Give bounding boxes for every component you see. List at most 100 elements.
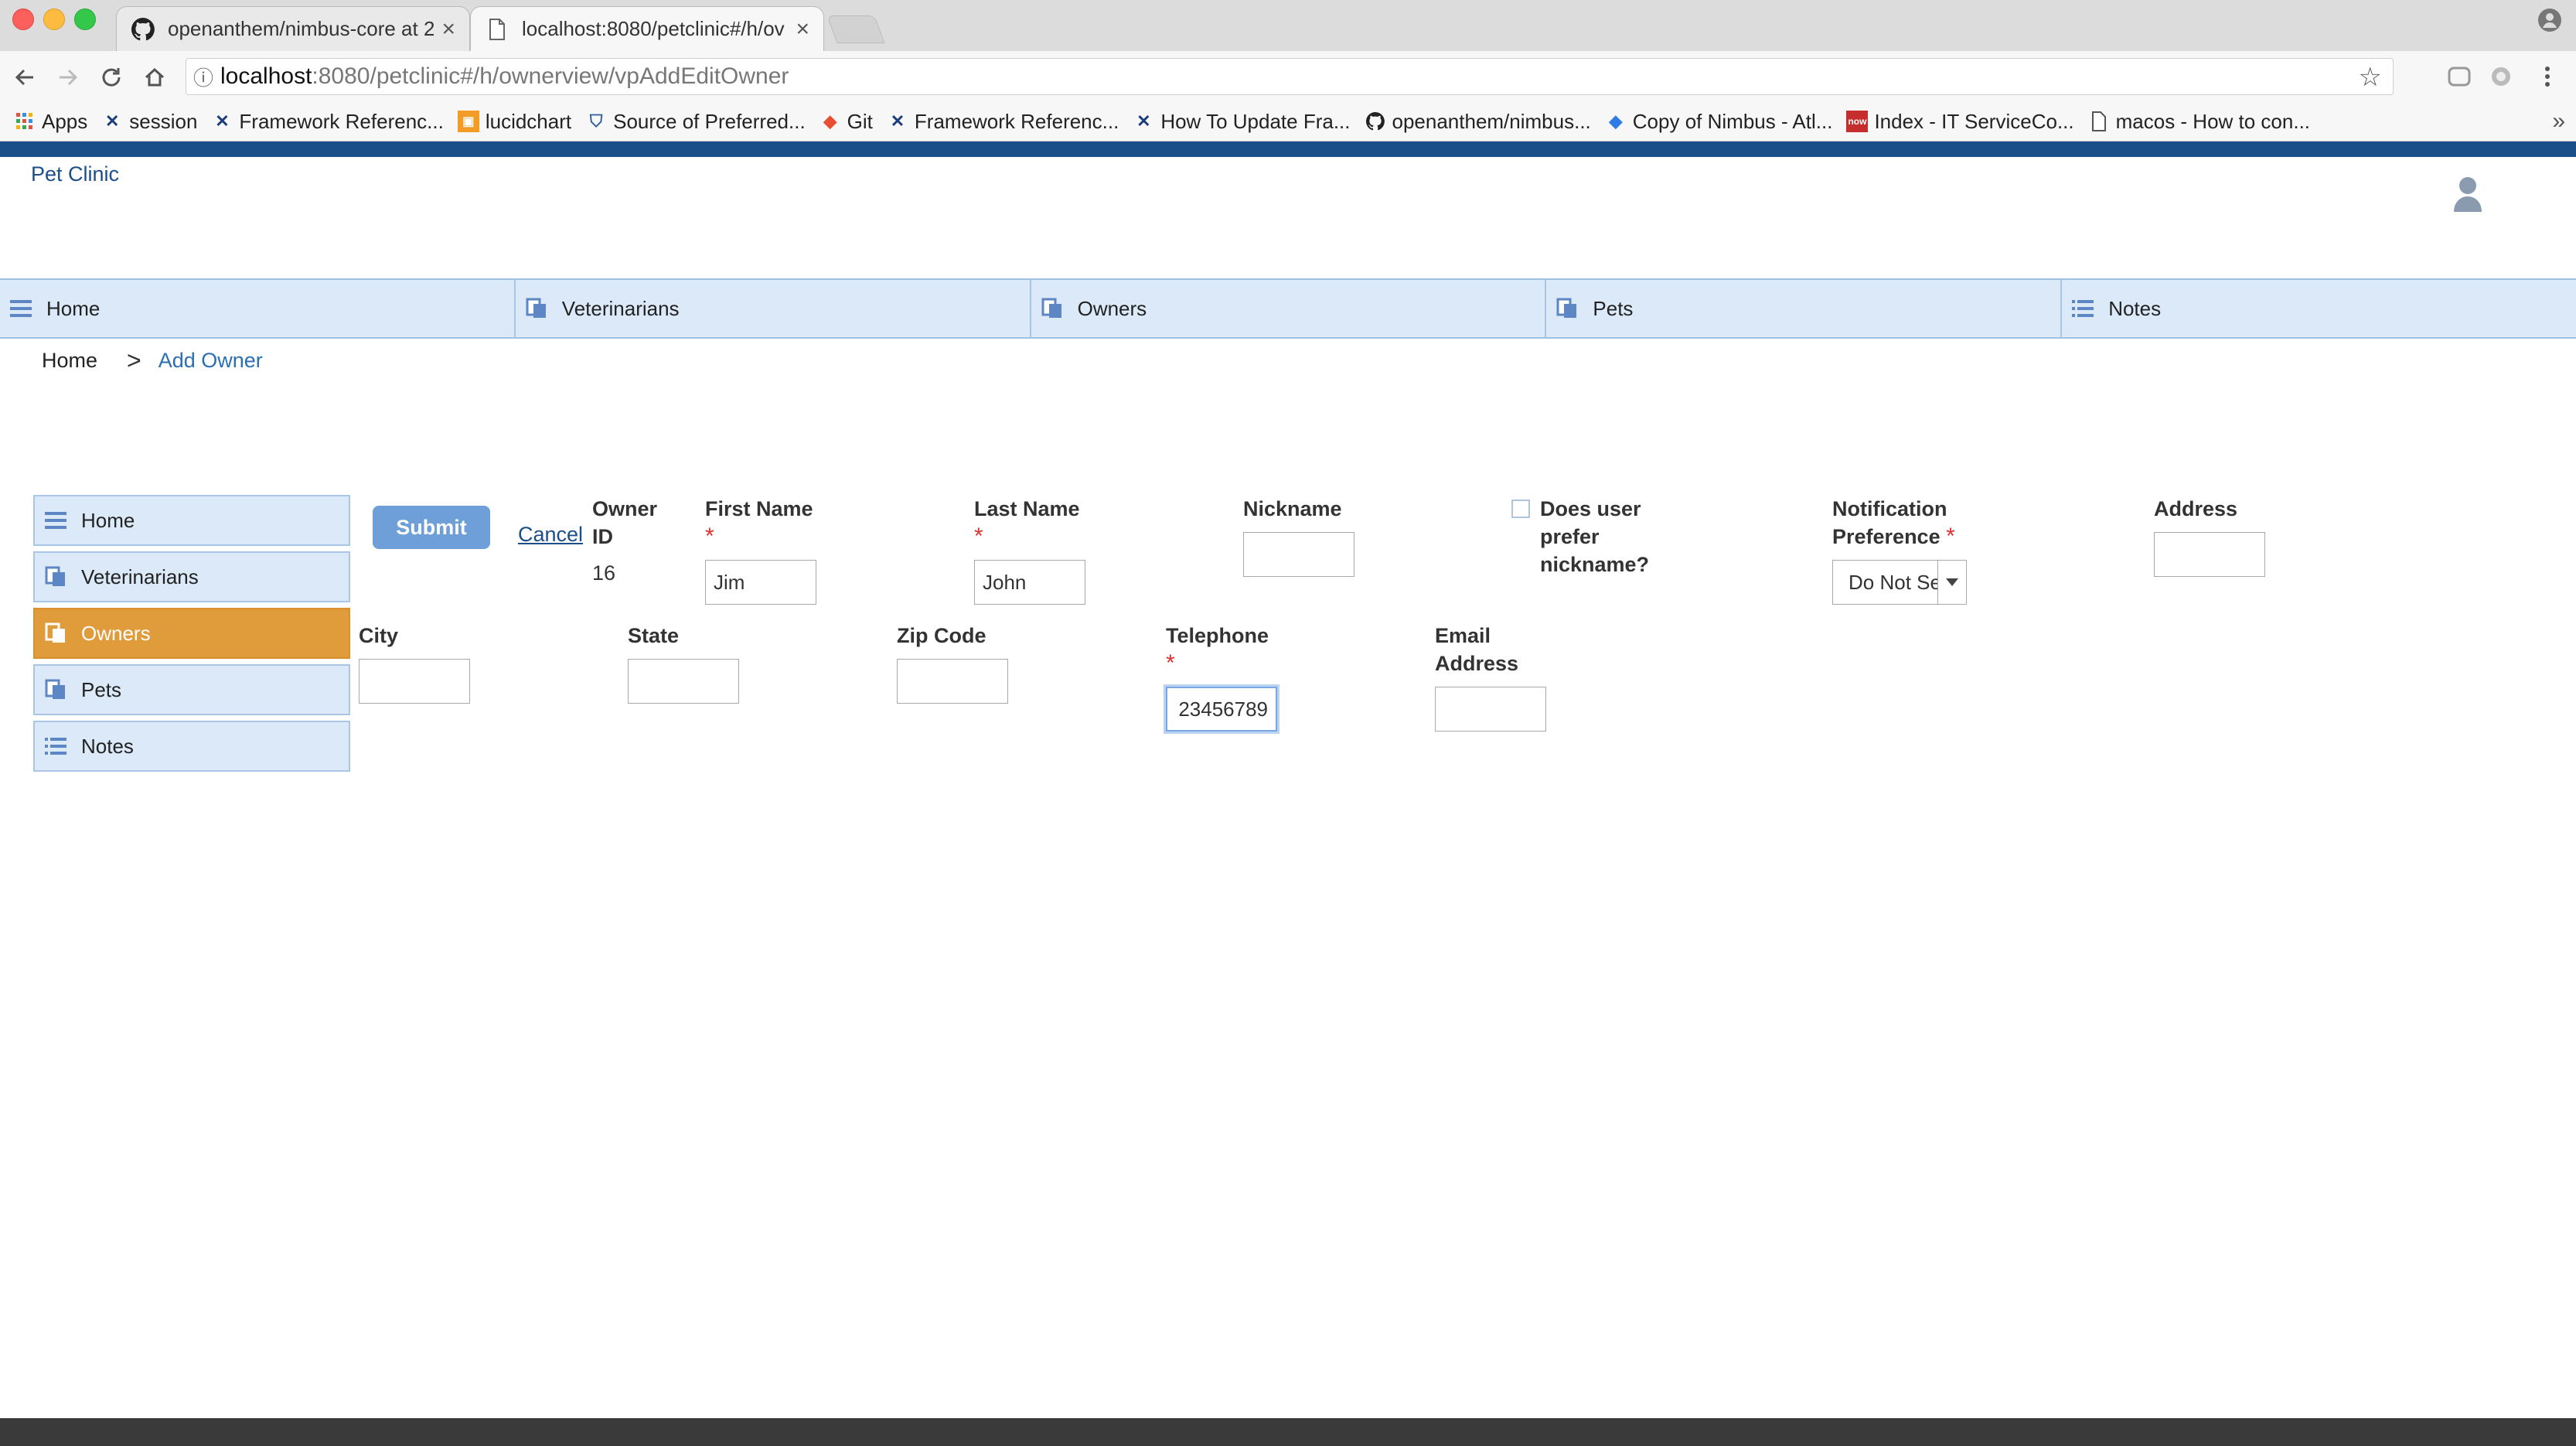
tab-title: localhost:8080/petclinic#/h/ov (522, 17, 785, 40)
side-menu-label: Home (81, 508, 135, 532)
list-icon (2071, 297, 2094, 320)
last-name-field[interactable]: John (974, 560, 1085, 605)
bookmark-lucidchart[interactable]: ▣ lucidchart (457, 109, 572, 134)
user-icon[interactable] (2452, 176, 2483, 212)
document-icon (485, 17, 509, 42)
notification-preference-select[interactable]: Do Not Se (1832, 560, 1967, 605)
topnav-label: Home (46, 296, 101, 320)
topnav-item-veterinarians[interactable]: Veterinarians (516, 280, 1031, 337)
new-tab-button[interactable] (826, 15, 885, 43)
side-menu-item-pets[interactable]: Pets (33, 664, 350, 715)
bookmark-label: session (129, 109, 198, 133)
bookmark-label: macos - How to con... (2115, 109, 2311, 133)
breadcrumb-home[interactable]: Home (42, 349, 97, 373)
city-field[interactable] (359, 659, 470, 704)
bookmark-label: Index - IT ServiceCo... (1874, 109, 2074, 133)
side-menu-item-home[interactable]: Home (33, 495, 350, 546)
bookmark-index-it-service[interactable]: now Index - IT ServiceCo... (1846, 109, 2074, 134)
home-icon[interactable] (139, 62, 170, 93)
back-arrow-icon[interactable] (9, 62, 40, 93)
side-menu-item-veterinarians[interactable]: Veterinarians (33, 551, 350, 602)
extension-icon[interactable] (2446, 63, 2472, 90)
bookmark-framework-reference-2[interactable]: ✕ Framework Referenc... (887, 110, 1119, 134)
reload-icon[interactable] (96, 62, 127, 93)
submit-button[interactable]: Submit (373, 506, 490, 549)
bookmark-label: Framework Referenc... (239, 109, 444, 133)
side-menu-label: Veterinarians (81, 564, 199, 588)
bookmark-label: Source of Preferred... (613, 109, 806, 133)
notification-preference-value: Do Not Se (1849, 570, 1937, 594)
nickname-field[interactable] (1243, 532, 1354, 577)
prefer-nickname-checkbox[interactable] (1511, 500, 1530, 518)
bookmark-framework-reference[interactable]: ✕ Framework Referenc... (211, 109, 444, 134)
email-address-field[interactable] (1435, 687, 1546, 732)
zip-code-field[interactable] (897, 659, 1008, 704)
side-menu-item-notes[interactable]: Notes (33, 721, 350, 772)
bookmark-macos[interactable]: macos - How to con... (2088, 110, 2310, 134)
forward-arrow-icon[interactable] (53, 62, 83, 93)
bookmarks-bar: Apps ✕ session ✕ Framework Referenc... ▣… (0, 102, 2576, 142)
topnav-label: Veterinarians (561, 296, 680, 320)
diamond-icon: ◆ (1609, 111, 1623, 131)
bookmark-openanthem[interactable]: openanthem/nimbus... (1365, 110, 1591, 134)
top-navigation: Home Veterinarians Owners Pets Notes (0, 278, 2576, 339)
label-line: Last Name (974, 497, 1080, 520)
bookmark-git[interactable]: ◆ Git (819, 110, 873, 134)
breadcrumb-separator: > (127, 346, 141, 374)
bookmark-star-icon[interactable]: ☆ (2359, 62, 2382, 93)
bookmarks-overflow-icon[interactable]: » (2552, 108, 2565, 135)
window-maximize-button[interactable] (74, 9, 96, 30)
profile-icon[interactable] (2537, 8, 2562, 32)
window-close-button[interactable] (12, 9, 34, 30)
apps-grid-icon (14, 111, 36, 132)
topnav-label: Notes (2108, 296, 2162, 320)
document-icon (2088, 111, 2110, 132)
info-icon[interactable]: ⓘ (186, 63, 220, 91)
app-title[interactable]: Pet Clinic (31, 162, 119, 186)
extension-circle-icon[interactable] (2488, 63, 2514, 90)
address-field[interactable] (2154, 532, 2265, 577)
required-asterisk: * (705, 523, 714, 549)
pages-icon (1555, 297, 1579, 320)
topnav-item-owners[interactable]: Owners (1031, 280, 1547, 337)
zip-code-label: Zip Code (897, 624, 986, 647)
window-minimize-button[interactable] (43, 9, 65, 30)
bookmark-label: Copy of Nimbus - Atl... (1632, 109, 1833, 133)
state-field[interactable] (628, 659, 739, 704)
close-icon[interactable]: × (441, 16, 455, 43)
telephone-field[interactable]: 23456789 (1166, 687, 1277, 732)
topnav-item-pets[interactable]: Pets (1546, 280, 2063, 337)
topnav-item-home[interactable]: Home (0, 280, 516, 337)
close-icon[interactable]: × (796, 16, 809, 43)
prefer-nickname-label: Does user prefer nickname? (1540, 495, 1649, 578)
side-menu-label: Notes (81, 734, 134, 758)
label-line: Email (1435, 624, 1491, 647)
bookmark-source-preferred[interactable]: ⛉ Source of Preferred... (585, 110, 806, 134)
bookmark-apps[interactable]: Apps (14, 110, 87, 134)
nickname-label: Nickname (1243, 497, 1342, 520)
pages-icon (525, 297, 548, 320)
required-asterisk: * (974, 523, 983, 549)
breadcrumb-current: Add Owner (158, 349, 263, 372)
browser-tab-petclinic[interactable]: localhost:8080/petclinic#/h/ov × (470, 6, 824, 51)
first-name-field[interactable]: Jim (705, 560, 816, 605)
x-logo-icon: ✕ (105, 111, 120, 131)
label-line: Notification (1832, 497, 1947, 520)
browser-menu-icon[interactable] (2534, 63, 2561, 90)
side-menu-label: Owners (81, 621, 151, 645)
label-line: Telephone (1166, 624, 1269, 647)
browser-tab-github[interactable]: openanthem/nimbus-core at 2 × (116, 6, 470, 51)
bookmark-copy-of-nimbus[interactable]: ◆ Copy of Nimbus - Atl... (1605, 109, 1833, 134)
bookmark-label: lucidchart (485, 109, 572, 133)
chevron-down-icon[interactable] (1937, 561, 1966, 604)
side-menu-item-owners[interactable]: Owners (33, 608, 350, 659)
label-line: ID (592, 525, 613, 548)
label-line: Does user (1540, 497, 1641, 520)
bookmark-how-to-update[interactable]: ✕ How To Update Fra... (1133, 110, 1350, 134)
label-line: Owner (592, 497, 658, 520)
bookmark-session[interactable]: ✕ session (101, 110, 197, 134)
topnav-item-notes[interactable]: Notes (2062, 280, 2576, 337)
cancel-link[interactable]: Cancel (518, 523, 583, 547)
last-name-value: John (983, 570, 1027, 594)
address-bar[interactable]: ⓘ localhost:8080/petclinic#/h/ownerview/… (186, 58, 2394, 95)
